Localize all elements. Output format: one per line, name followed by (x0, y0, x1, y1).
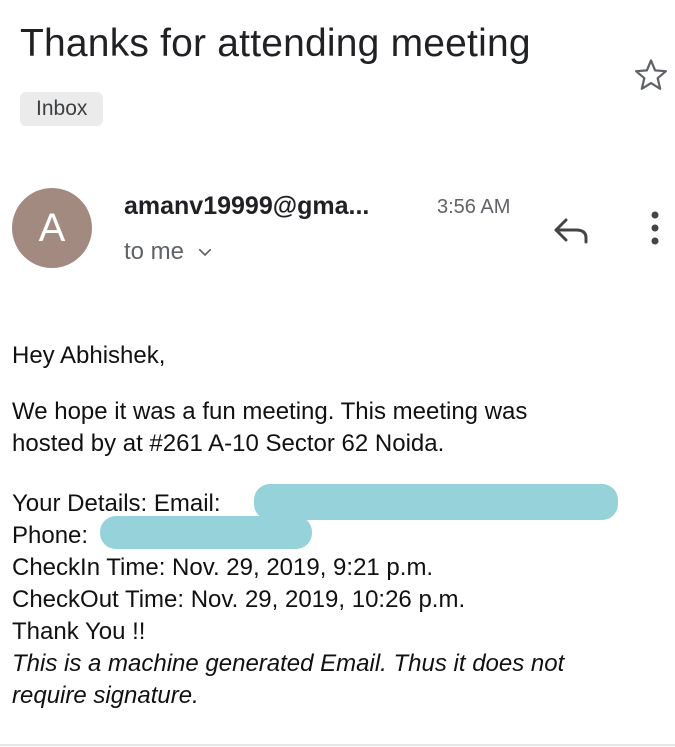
footer-note-line-2: require signature. (12, 682, 199, 709)
inbox-label-chip[interactable]: Inbox (20, 92, 104, 126)
chevron-down-icon (198, 248, 212, 256)
body-line-2: hosted by at #261 A-10 Sector 62 Noida. (12, 430, 445, 457)
star-icon[interactable] (632, 56, 670, 94)
redacted-phone (100, 516, 312, 549)
sender-name[interactable]: amanv19999@gma... (124, 192, 369, 221)
recipient-label: to me (124, 238, 185, 265)
avatar-letter: A (38, 205, 66, 250)
footer-note-line-1: This is a machine generated Email. Thus … (12, 650, 565, 677)
email-time: 3:56 AM (437, 196, 511, 218)
redacted-email (254, 484, 618, 520)
email-subject: Thanks for attending meeting (20, 22, 531, 65)
body-line-1: We hope it was a fun meeting. This meeti… (12, 398, 528, 425)
greeting: Hey Abhishek, (12, 342, 166, 369)
thank-you: Thank You !! (12, 618, 146, 645)
checkin-time: CheckIn Time: Nov. 29, 2019, 9:21 p.m. (12, 554, 434, 581)
recipient-toggle[interactable]: to me (124, 238, 214, 266)
sender-avatar[interactable]: A (12, 188, 92, 268)
checkout-time: CheckOut Time: Nov. 29, 2019, 10:26 p.m. (12, 586, 466, 613)
divider (0, 744, 675, 746)
more-options-icon[interactable] (642, 208, 668, 248)
reply-icon[interactable] (550, 210, 592, 250)
